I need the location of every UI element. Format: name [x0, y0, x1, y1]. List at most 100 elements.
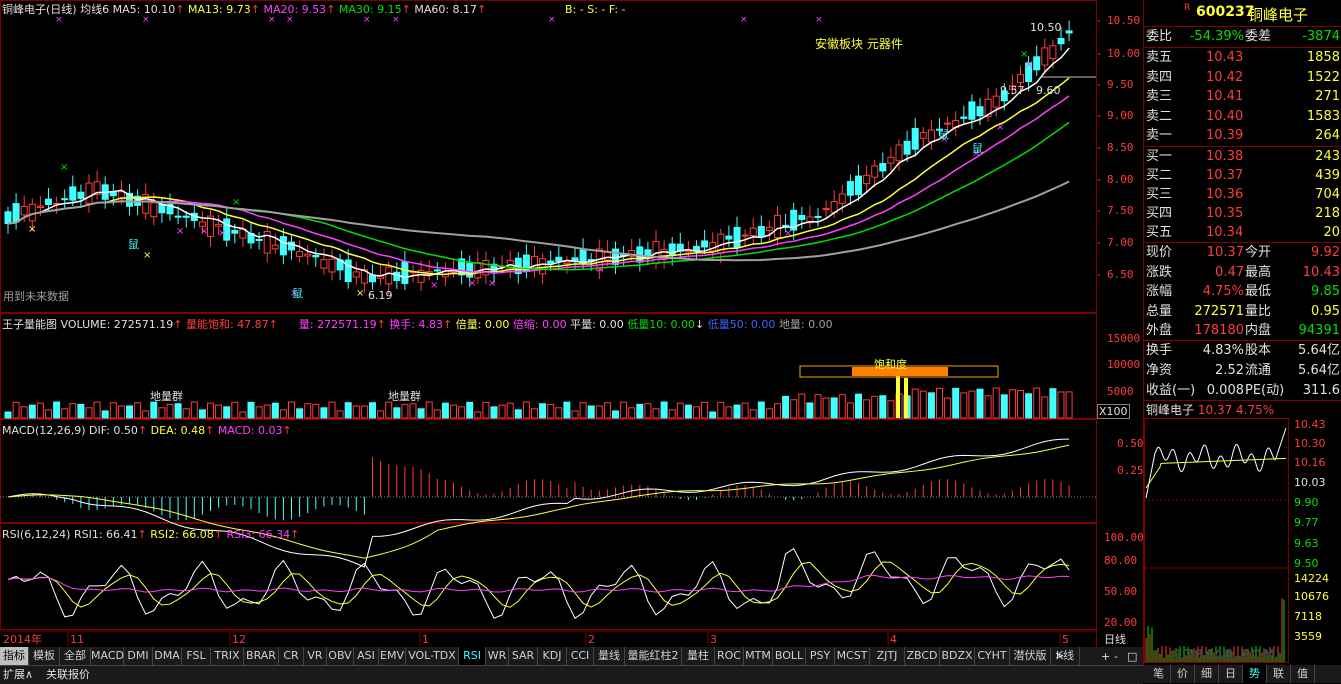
quote-tab-5[interactable]: 联 — [1267, 665, 1291, 683]
price-axis-mark: - — [1097, 173, 1101, 186]
svg-text:×: × — [596, 264, 604, 275]
date-axis-tick: 1 — [422, 633, 429, 646]
tab-cci[interactable]: CCI — [567, 647, 594, 665]
sell-level-5[interactable]: 卖一 10.39 264 — [1144, 126, 1341, 146]
quote-tab-1[interactable]: 价 — [1171, 665, 1195, 683]
zoom-controls: + - □ — [1097, 647, 1143, 665]
stat-label: 量比 — [1245, 303, 1272, 319]
ground-volume-group-1: 地量群 — [150, 390, 183, 403]
tab-量线[interactable]: 量线 — [594, 647, 625, 665]
buy-level-5[interactable]: 买五 10.34 20 — [1144, 223, 1341, 243]
stat-value: 9.92 — [1311, 245, 1340, 260]
tab-trix[interactable]: TRIX — [211, 647, 244, 665]
expand-button[interactable]: 扩展∧ — [3, 668, 33, 681]
level-volume: 264 — [1315, 128, 1340, 143]
sell-level-4[interactable]: 卖二 10.40 1583 — [1144, 107, 1341, 127]
tab-sar[interactable]: SAR — [509, 647, 538, 665]
tabs-scroll-right[interactable]: > — [1055, 649, 1064, 662]
tab-kdj[interactable]: KDJ — [538, 647, 567, 665]
tab-潜伏版[interactable]: 潜伏版 — [1010, 647, 1051, 665]
svg-text:×: × — [392, 15, 400, 25]
stat-row: 总量 272571 量比 0.95 — [1144, 302, 1341, 322]
date-axis-tick: 4 — [890, 633, 897, 646]
r-mark: R — [1184, 3, 1191, 13]
tab-量能红柱2[interactable]: 量能红柱2 — [625, 647, 682, 665]
mini-chart-header: 铜峰电子 10.37 4.75% — [1146, 404, 1274, 417]
rsi1-value: RSI1: 66.41 — [73, 528, 138, 541]
tab-全部[interactable]: 全部 — [60, 647, 91, 665]
concept-tags: 安徽板块 元器件 — [815, 37, 903, 51]
sell-level-2[interactable]: 卖四 10.42 1522 — [1144, 68, 1341, 88]
stat-label: 最高 — [1245, 264, 1272, 280]
tab-zjtj[interactable]: ZJTJ — [870, 647, 905, 665]
quote-tab-6[interactable]: 值 — [1291, 665, 1315, 683]
buy-level-3[interactable]: 买三 10.36 704 — [1144, 185, 1341, 205]
stat-label: 现价 — [1146, 245, 1173, 260]
zoom-reset-button[interactable]: □ — [1127, 650, 1137, 663]
tab-vr[interactable]: VR — [304, 647, 327, 665]
tab-psy[interactable]: PSY — [806, 647, 835, 665]
quote-tab-0[interactable]: 笔 — [1147, 665, 1171, 683]
tab-模板[interactable]: 模板 — [29, 647, 60, 665]
tab-wr[interactable]: WR — [486, 647, 509, 665]
stat-label: 流通 — [1245, 363, 1272, 378]
price-axis-tick: 7.00 — [1107, 236, 1134, 249]
tab-brar[interactable]: BRAR — [244, 647, 279, 665]
rsi-axis-tick: 50.00 — [1104, 585, 1138, 598]
ma20-value: MA20: 9.53 — [263, 3, 327, 16]
tab-cr[interactable]: CR — [279, 647, 304, 665]
tab-cyht[interactable]: CYHT — [975, 647, 1010, 665]
zoom-out-button[interactable]: - — [1114, 650, 1118, 663]
level-price: 10.40 — [1206, 108, 1244, 124]
quote-tab-4[interactable]: 势 — [1243, 665, 1267, 683]
tab-vol-tdx[interactable]: VOL-TDX — [406, 647, 459, 665]
stat-label: 股本 — [1245, 343, 1272, 358]
tab-roc[interactable]: ROC — [715, 647, 744, 665]
svg-text:×: × — [430, 280, 438, 291]
price-axis-mark: - — [1097, 14, 1101, 27]
date-axis-tick: 2014年 — [3, 633, 42, 646]
buy-level-1[interactable]: 买一 10.38 243 — [1144, 147, 1341, 167]
tab-bdzx[interactable]: BDZX — [940, 647, 975, 665]
price-axis-mark: - — [1097, 236, 1101, 249]
date-axis-tick: 12 — [232, 633, 246, 646]
zoom-in-button[interactable]: + — [1101, 650, 1110, 663]
macd-macd: MACD: 0.03 — [217, 424, 283, 437]
tab-rsi[interactable]: RSI — [459, 647, 486, 665]
tab-指标[interactable]: 指标 — [0, 647, 29, 665]
tab-mtm[interactable]: MTM — [744, 647, 773, 665]
quote-tab-2[interactable]: 细 — [1195, 665, 1219, 683]
level-label: 卖四 — [1146, 69, 1173, 85]
stat-value: 0.47 — [1215, 264, 1244, 280]
tab-boll[interactable]: BOLL — [773, 647, 806, 665]
related-quote-button[interactable]: 关联报价 — [46, 668, 90, 681]
ma30-value: MA30: 9.15 — [338, 3, 402, 16]
sell-level-3[interactable]: 卖三 10.41 271 — [1144, 87, 1341, 107]
buy-level-2[interactable]: 买二 10.37 439 — [1144, 166, 1341, 186]
tab-zbcd[interactable]: ZBCD — [905, 647, 940, 665]
tab-macd[interactable]: MACD — [91, 647, 124, 665]
buy-level-4[interactable]: 买四 10.35 218 — [1144, 204, 1341, 224]
tab-dma[interactable]: DMA — [153, 647, 182, 665]
tab-emv[interactable]: EMV — [379, 647, 406, 665]
rsi-chart — [7, 547, 1070, 619]
tab-fsl[interactable]: FSL — [182, 647, 211, 665]
tab-obv[interactable]: OBV — [327, 647, 354, 665]
level-label: 买五 — [1146, 225, 1173, 240]
rsi2-value: RSI2: 66.08 — [150, 528, 214, 541]
sell-level-1[interactable]: 卖五 10.43 1858 — [1144, 48, 1341, 68]
stat-value: 10.43 — [1302, 264, 1340, 280]
price-axis-tick: 9.50 — [1107, 78, 1134, 91]
tab-量柱[interactable]: 量柱 — [682, 647, 715, 665]
tab-dmi[interactable]: DMI — [124, 647, 153, 665]
quote-tab-3[interactable]: 日 — [1219, 665, 1243, 683]
period-label: 日线 — [1104, 633, 1126, 646]
stat-value: 5.64亿 — [1298, 363, 1340, 378]
rat-signal-4: 鼠 — [972, 142, 983, 155]
date-axis-tick: 5 — [1062, 633, 1069, 646]
rsi-name: RSI(6,12,24) — [2, 528, 71, 541]
macd-axis-tick: 0.50 — [1117, 437, 1144, 450]
saturation-label: 饱和度 — [874, 358, 907, 371]
tab-asi[interactable]: ASI — [354, 647, 379, 665]
tab-mcst[interactable]: MCST — [835, 647, 870, 665]
